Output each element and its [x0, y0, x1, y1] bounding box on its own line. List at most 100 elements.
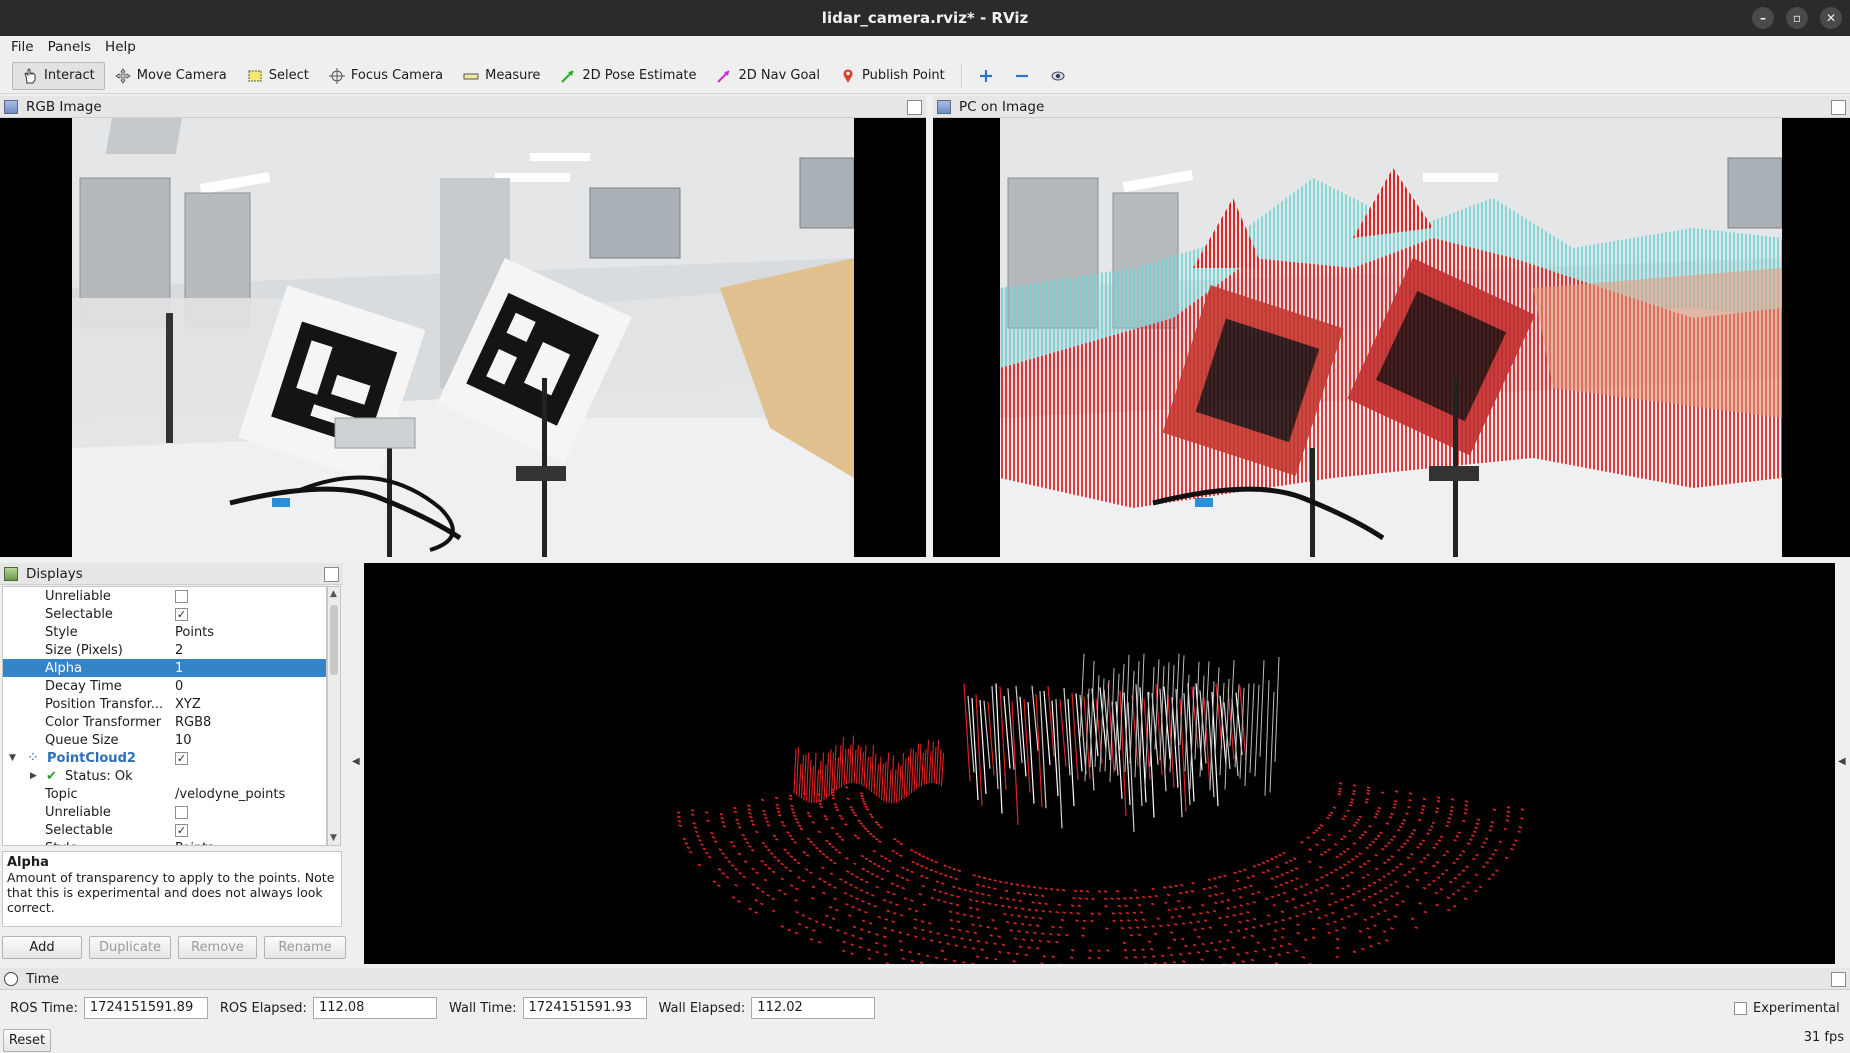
- display-item-pointcloud2[interactable]: ▼ ⁘ PointCloud2 ✓: [3, 749, 326, 767]
- pc-on-image-view[interactable]: [933, 118, 1850, 557]
- ros-elapsed-field[interactable]: 112.08: [313, 997, 437, 1019]
- remove-button[interactable]: Remove: [178, 936, 257, 959]
- cloud-scan-line: [1029, 924, 1032, 925]
- publish-point-tool[interactable]: Publish Point: [830, 62, 955, 90]
- panel-float-button[interactable]: [324, 567, 339, 582]
- move-camera-tool[interactable]: Move Camera: [105, 62, 237, 90]
- scroll-thumb[interactable]: [330, 605, 338, 675]
- cloud-scan-line: [1246, 920, 1249, 921]
- property-row[interactable]: Decay Time 0: [3, 677, 326, 695]
- property-value[interactable]: RGB8: [175, 715, 211, 730]
- property-row[interactable]: Alpha 1: [3, 659, 326, 677]
- display-property-tree[interactable]: Unreliable Selectable ✓ Style Points Size (Pi…: [2, 586, 327, 846]
- remove-tool-button[interactable]: [1004, 62, 1040, 90]
- pose-estimate-tool[interactable]: 2D Pose Estimate: [550, 62, 706, 90]
- close-icon[interactable]: ✕: [1820, 7, 1842, 29]
- cloud-scan-line: [935, 871, 938, 872]
- menu-help[interactable]: Help: [98, 39, 143, 55]
- property-checkbox[interactable]: ✓: [175, 608, 188, 621]
- property-row[interactable]: StylePoints: [3, 623, 326, 641]
- collapse-left-icon[interactable]: ◀: [352, 756, 360, 767]
- panel-float-button[interactable]: [1831, 972, 1846, 987]
- expand-arrow-icon[interactable]: ▼: [9, 753, 16, 763]
- property-value[interactable]: Points: [175, 625, 214, 640]
- ros-time-field[interactable]: 1724151591.89: [84, 997, 208, 1019]
- property-row[interactable]: Selectable ✓: [3, 605, 326, 623]
- panel-float-button[interactable]: [1831, 100, 1846, 115]
- minimize-icon[interactable]: –: [1752, 7, 1774, 29]
- property-value[interactable]: 1: [175, 661, 183, 676]
- property-value[interactable]: XYZ: [175, 697, 201, 712]
- cloud-scan-line: [885, 919, 888, 920]
- property-value[interactable]: 0: [175, 679, 183, 694]
- property-row[interactable]: Unreliable: [3, 587, 326, 605]
- focus-camera-tool[interactable]: Focus Camera: [319, 62, 453, 90]
- rename-button[interactable]: Rename: [264, 936, 346, 959]
- experimental-checkbox[interactable]: [1734, 1002, 1747, 1015]
- property-row[interactable]: StylePoints: [3, 839, 326, 846]
- cloud-scan-line: [994, 880, 997, 881]
- property-row[interactable]: ▶ ✔ Status: Ok: [3, 767, 326, 785]
- tree-scrollbar[interactable]: ▲ ▼: [327, 586, 341, 846]
- cloud-scan-line: [993, 888, 996, 889]
- cloud-scan-line: [1367, 790, 1370, 791]
- cloud-scan-line: [1492, 854, 1495, 855]
- property-checkbox[interactable]: [175, 590, 188, 603]
- property-row[interactable]: Topic/velodyne_points: [3, 785, 326, 803]
- property-row[interactable]: Unreliable: [3, 803, 326, 821]
- cloud-scan-line: [1353, 951, 1356, 952]
- panel-float-button[interactable]: [907, 100, 922, 115]
- menu-file[interactable]: File: [4, 39, 41, 55]
- cloud-scan-line: [1006, 922, 1009, 923]
- wall-time-field[interactable]: 1724151591.93: [523, 997, 647, 1019]
- cloud-scan-line: [788, 929, 791, 930]
- cloud-scan-line: [901, 867, 904, 868]
- add-tool-button[interactable]: [968, 62, 1004, 90]
- property-checkbox[interactable]: ✓: [175, 752, 188, 765]
- property-value[interactable]: 2: [175, 643, 183, 658]
- view-menu-button[interactable]: [1040, 62, 1076, 90]
- property-row[interactable]: Color Transformer RGB8: [3, 713, 326, 731]
- property-row[interactable]: Selectable ✓: [3, 821, 326, 839]
- property-checkbox[interactable]: ✓: [175, 824, 188, 837]
- property-value[interactable]: /velodyne_points: [175, 787, 285, 802]
- cloud-scan-line: [1240, 913, 1243, 914]
- experimental-option[interactable]: Experimental: [1734, 1001, 1840, 1016]
- cloud-scan-line: [708, 857, 711, 858]
- 3d-render-view[interactable]: [364, 563, 1835, 964]
- cloud-scan-line: [1375, 868, 1378, 869]
- interact-tool[interactable]: Interact: [12, 62, 105, 90]
- expand-arrow-icon[interactable]: ▶: [30, 771, 37, 781]
- maximize-icon[interactable]: ▫: [1786, 7, 1808, 29]
- scroll-down-icon[interactable]: ▼: [330, 833, 337, 843]
- cloud-scan-line: [737, 901, 740, 902]
- select-tool[interactable]: Select: [237, 62, 319, 90]
- menu-panels[interactable]: Panels: [41, 39, 98, 55]
- cloud-scan-line: [739, 873, 742, 874]
- property-value[interactable]: 10: [175, 733, 192, 748]
- reset-button[interactable]: Reset: [3, 1029, 51, 1052]
- nav-goal-tool[interactable]: 2D Nav Goal: [706, 62, 830, 90]
- measure-tool[interactable]: Measure: [453, 62, 550, 90]
- cloud-scan-line: [1477, 819, 1480, 820]
- cloud-scan-line: [1281, 874, 1284, 875]
- duplicate-button[interactable]: Duplicate: [89, 936, 171, 959]
- property-row[interactable]: Position Transfor... XYZ: [3, 695, 326, 713]
- rgb-image-view[interactable]: [0, 118, 926, 557]
- property-checkbox[interactable]: [175, 806, 188, 819]
- cloud-scan-line: [1393, 807, 1396, 808]
- property-value[interactable]: Points: [175, 841, 214, 847]
- property-row[interactable]: Size (Pixels) 2: [3, 641, 326, 659]
- cloud-scan-line: [1151, 904, 1154, 905]
- scroll-up-icon[interactable]: ▲: [330, 589, 337, 599]
- property-row[interactable]: Queue Size 10: [3, 731, 326, 749]
- collapse-right-icon[interactable]: ◀: [1838, 756, 1846, 767]
- cloud-scan-line: [1135, 920, 1138, 921]
- cloud-scan-line: [738, 853, 741, 854]
- add-button[interactable]: Add: [2, 936, 82, 959]
- wall-elapsed-field[interactable]: 112.02: [751, 997, 875, 1019]
- cloud-scan-line: [1210, 942, 1213, 943]
- cloud-scan-line: [1029, 894, 1032, 895]
- cloud-scan-line: [832, 798, 835, 799]
- cloud-scan-line: [1023, 893, 1026, 894]
